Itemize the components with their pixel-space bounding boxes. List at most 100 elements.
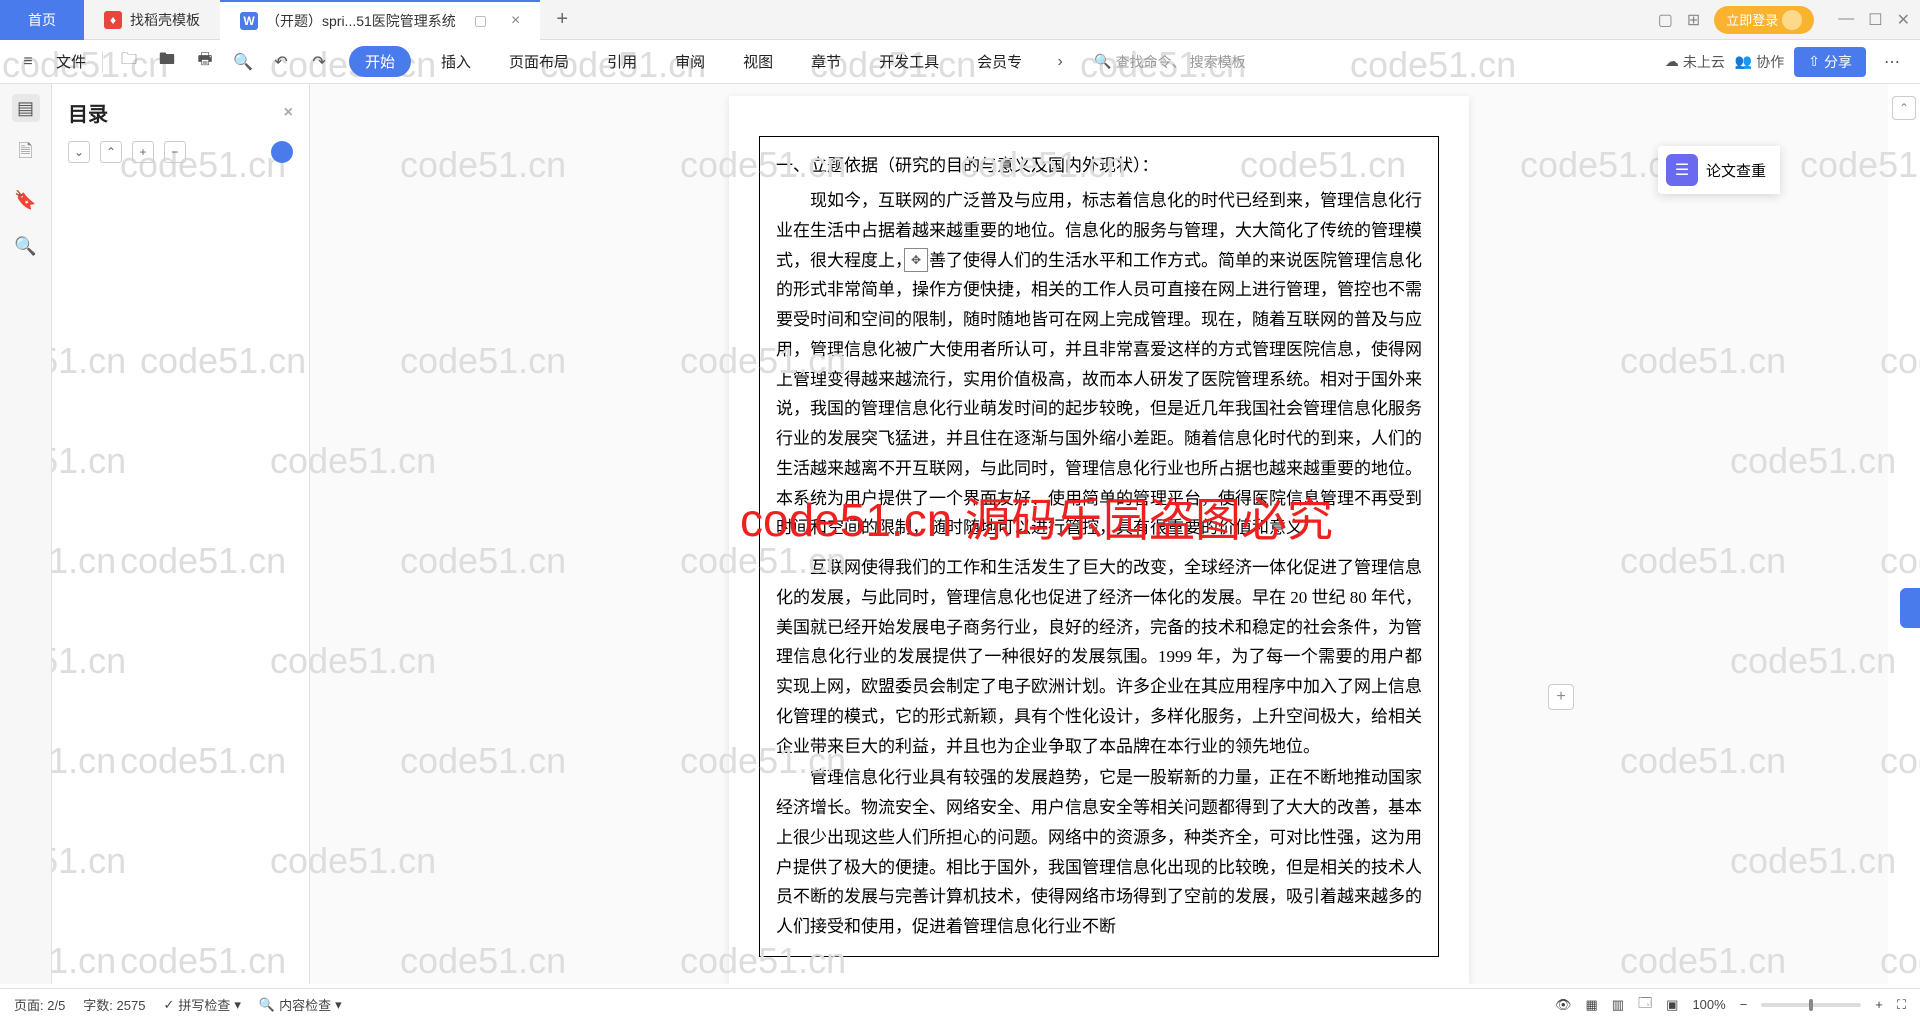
tab-sub-icon: ▢ [474,12,487,29]
toolbar: ≡ 文件 🗀 🖿 🖶 🔍 ↶ ↷ 开始 插入 页面布局 引用 审阅 视图 章节 … [0,40,1920,84]
plagiarism-check-button[interactable]: ☰ 论文查重 [1658,146,1780,194]
search-tpl-label: 搜索模板 [1190,52,1246,72]
document-area: ✥ code51.cn 源码乐园盗图必究 一、立题依据（研究的目的与意义及国内外… [310,84,1888,984]
view-mode-icon[interactable]: 👁 [1555,997,1572,1013]
web-icon[interactable]: 🗔 [1638,994,1652,1016]
outline-title-label: 目录 [68,98,108,127]
outline-view-icon[interactable]: ▣ [1666,997,1678,1013]
share-icon: ⇧ [1808,53,1820,70]
menu-icon[interactable]: ≡ [12,46,44,78]
paragraph-2: 互联网使得我们的工作和生活发生了巨大的改变，全球经济一体化促进了管理信息化的发展… [776,553,1422,761]
tab-templates[interactable]: ♦ 找稻壳模板 [84,0,220,40]
section-heading: 一、立题依据（研究的目的与意义及国内外现状）： [776,151,1422,176]
menu-devtools[interactable]: 开发工具 [863,51,955,72]
redo-icon[interactable]: ↷ [303,46,335,78]
status-bar: 页面: 2/5 字数: 2575 ✓ 拼写检查 ▾ 🔍 内容检查 ▾ 👁 ▦ ▥… [0,988,1920,1020]
minimize-icon[interactable]: — [1838,10,1854,30]
search-icon: 🔍 [1094,53,1111,70]
chevron-down-icon: ▾ [234,997,241,1013]
tab-document[interactable]: W （开题）spri...51医院管理系统 ▢ × [220,0,540,40]
page-icon[interactable]: 🗎 [12,140,40,168]
print-icon[interactable]: 🖶 [189,46,221,78]
undo-icon[interactable]: ↶ [265,46,297,78]
move-handle-icon[interactable]: ✥ [904,248,928,272]
collab-icon: 👥 [1735,53,1752,70]
maximize-icon[interactable]: ☐ [1868,10,1882,30]
collab-label: 协作 [1756,52,1784,72]
save-icon[interactable]: 🗀 [113,46,145,78]
login-button[interactable]: 立即登录 [1714,6,1814,34]
cloud-icon: ☁ [1665,53,1679,70]
start-tab[interactable]: 开始 [349,46,411,77]
file-menu[interactable]: 文件 [50,51,92,72]
menu-references[interactable]: 引用 [591,51,653,72]
share-label: 分享 [1824,52,1852,72]
collapse-icon[interactable]: ⌄ [68,141,90,163]
outline-panel: 目录 × ⌄ ⌃ + − [52,84,310,984]
chevron-right-icon[interactable]: › [1044,46,1076,78]
side-pull-tab[interactable] [1900,588,1920,628]
share-button[interactable]: ⇧ 分享 [1794,47,1866,77]
content-icon: 🔍 [259,997,275,1013]
collapse-panel-icon[interactable]: ⌃ [1892,96,1916,120]
content-check[interactable]: 🔍 内容检查 ▾ [259,995,342,1014]
titlebar-right: ▢ ⊞ 立即登录 — ☐ ✕ [1658,6,1920,34]
expand-icon[interactable]: ⌃ [100,141,122,163]
avatar-icon [1782,10,1802,30]
layout-icon[interactable]: ▦ [1585,997,1597,1013]
word-count[interactable]: 字数: 2575 [83,995,145,1014]
tab-home[interactable]: 首页 [0,0,84,40]
page-indicator[interactable]: 页面: 2/5 [14,995,65,1014]
page-content[interactable]: 一、立题依据（研究的目的与意义及国内外现状）： 现如今，互联网的广泛普及与应用，… [759,136,1439,957]
layout-icon[interactable]: ▢ [1658,10,1673,30]
ai-badge-icon[interactable] [271,141,293,163]
outline-icon[interactable]: ▤ [12,94,40,122]
word-icon: W [240,12,258,30]
left-rail: ▤ 🗎 🔖 🔍 [0,84,52,984]
menu-view[interactable]: 视图 [727,51,789,72]
paragraph-1: 现如今，互联网的广泛普及与应用，标志着信息化的时代已经到来，管理信息化行业在生活… [776,186,1422,543]
spell-check[interactable]: ✓ 拼写检查 ▾ [163,995,240,1014]
add-content-button[interactable]: + [1548,684,1574,710]
search-rail-icon[interactable]: 🔍 [12,232,40,260]
folder-icon[interactable]: 🖿 [151,46,183,78]
preview-icon[interactable]: 🔍 [227,46,259,78]
fullscreen-icon[interactable]: ⛶ [1897,997,1906,1013]
close-window-icon[interactable]: ✕ [1897,10,1910,30]
menu-review[interactable]: 审阅 [659,51,721,72]
content-label: 内容检查 [279,995,331,1014]
tab-bar: 首页 ♦ 找稻壳模板 W （开题）spri...51医院管理系统 ▢ × + ▢… [0,0,1920,40]
cloud-status[interactable]: ☁ 未上云 [1665,52,1725,72]
command-search[interactable]: 🔍 查找命令、 搜索模板 [1094,52,1245,72]
apps-icon[interactable]: ⊞ [1687,10,1700,30]
close-icon[interactable]: × [511,12,520,30]
zoom-slider[interactable] [1761,1003,1861,1007]
new-tab-button[interactable]: + [540,8,584,31]
paragraph-3: 管理信息化行业具有较强的发展趋势，它是一股崭新的力量，正在不断地推动国家经济增长… [776,763,1422,942]
menu-pagelayout[interactable]: 页面布局 [493,51,585,72]
page: 一、立题依据（研究的目的与意义及国内外现状）： 现如今，互联网的广泛普及与应用，… [729,96,1469,984]
menu-member[interactable]: 会员专 [961,51,1038,72]
search-cmd-label: 查找命令、 [1116,52,1186,72]
more-icon[interactable]: ⋯ [1876,46,1908,78]
zoom-out-icon[interactable]: − [1740,997,1748,1012]
chevron-down-icon: ▾ [335,997,342,1013]
menu-insert[interactable]: 插入 [425,51,487,72]
zoom-in-icon[interactable]: + [1875,997,1883,1012]
menu-chapter[interactable]: 章节 [795,51,857,72]
flame-icon: ♦ [104,11,122,29]
close-icon[interactable]: × [284,104,293,122]
add-icon[interactable]: + [132,141,154,163]
tab-label: 找稻壳模板 [130,10,200,30]
remove-icon[interactable]: − [164,141,186,163]
right-rail: ⌃ [1888,84,1920,984]
collab-button[interactable]: 👥 协作 [1735,52,1784,72]
bookmark-icon[interactable]: 🔖 [12,186,40,214]
login-label: 立即登录 [1726,10,1778,29]
tab-label: （开题）spri...51医院管理系统 [266,11,456,31]
zoom-value[interactable]: 100% [1692,997,1725,1012]
plagiarism-label: 论文查重 [1706,160,1766,181]
reading-icon[interactable]: ▥ [1612,997,1624,1013]
spell-icon: ✓ [163,997,174,1013]
spell-label: 拼写检查 [178,995,230,1014]
